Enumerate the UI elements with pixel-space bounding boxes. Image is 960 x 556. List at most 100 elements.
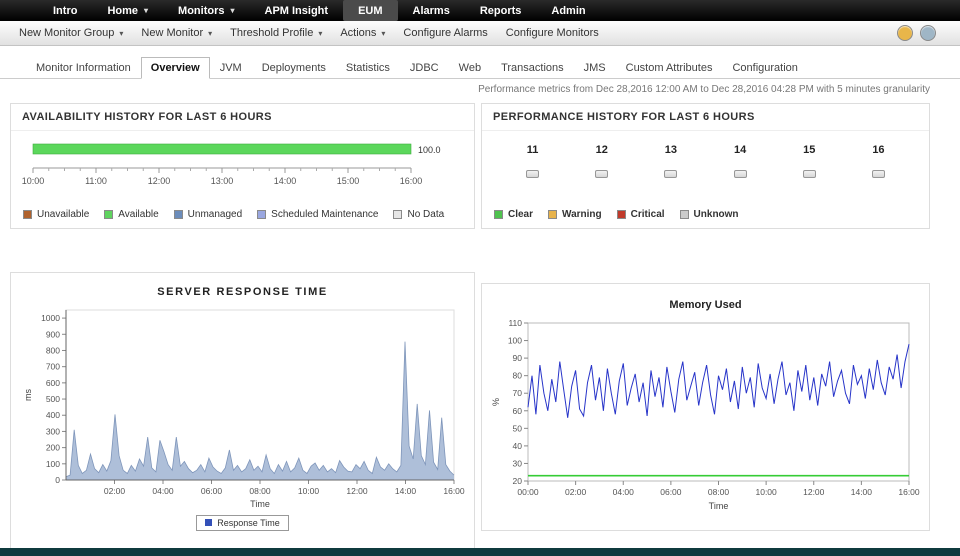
svg-text:ms: ms (23, 389, 33, 401)
nav-item-label: Alarms (413, 5, 450, 17)
tab-custom-attributes[interactable]: Custom Attributes (616, 57, 723, 78)
feedback-icon[interactable] (897, 25, 913, 41)
svg-text:200: 200 (45, 443, 59, 453)
tab-overview[interactable]: Overview (141, 57, 210, 79)
nav-item-alarms[interactable]: Alarms (398, 0, 465, 21)
toolbar-item-configure-alarms[interactable]: Configure Alarms (394, 27, 496, 39)
hour-label: 14 (734, 144, 746, 156)
response-time-legend-wrap: Response Time (11, 513, 474, 531)
chevron-down-icon: ▾ (208, 29, 212, 38)
nav-item-home[interactable]: Home▾ (92, 0, 163, 21)
svg-text:700: 700 (45, 362, 59, 372)
performance-hour-column: 11 (498, 144, 567, 178)
hour-label: 16 (872, 144, 884, 156)
legend-swatch-icon (174, 210, 183, 219)
legend-label: Warning (562, 209, 602, 220)
legend-swatch-icon (548, 210, 557, 219)
tab-deployments[interactable]: Deployments (252, 57, 336, 78)
toolbar-item-label: Configure Alarms (403, 27, 487, 39)
hour-status-box[interactable] (664, 170, 677, 178)
svg-text:300: 300 (45, 426, 59, 436)
tab-jvm[interactable]: JVM (210, 57, 252, 78)
hour-label: 11 (527, 144, 539, 156)
chevron-down-icon: ▾ (230, 6, 234, 15)
legend-swatch-icon (680, 210, 689, 219)
availability-legend: UnavailableAvailableUnmanagedScheduled M… (23, 209, 444, 220)
memory-panel: Memory Used 203040506070809010011000:000… (481, 283, 930, 531)
toolbar-icons (897, 25, 950, 41)
nav-item-reports[interactable]: Reports (465, 0, 537, 21)
svg-text:70: 70 (513, 388, 523, 398)
nav-item-label: Intro (53, 5, 77, 17)
legend-label: Available (118, 209, 158, 220)
top-nav: Intro Home▾ Monitors ▾ APM Insight EUM Alarms R… (0, 0, 960, 21)
svg-text:100: 100 (45, 459, 59, 469)
toolbar-item-configure-monitors[interactable]: Configure Monitors (497, 27, 608, 39)
svg-text:500: 500 (45, 394, 59, 404)
svg-text:100.0: 100.0 (418, 145, 441, 155)
nav-item-admin[interactable]: Admin (536, 0, 600, 21)
svg-text:20: 20 (513, 476, 523, 486)
toolbar-item-new-monitor-group[interactable]: New Monitor Group▾ (10, 27, 132, 39)
hour-status-box[interactable] (526, 170, 539, 178)
server-response-panel: SERVER RESPONSE TIME 0100200300400500600… (10, 272, 475, 556)
performance-hour-column: 15 (775, 144, 844, 178)
toolbar: New Monitor Group▾New Monitor▾Threshold … (0, 21, 960, 46)
hour-status-box[interactable] (734, 170, 747, 178)
legend-item-scheduled-maintenance: Scheduled Maintenance (257, 209, 378, 220)
tab-web[interactable]: Web (449, 57, 491, 78)
nav-item-monitors[interactable]: Monitors ▾ (163, 0, 249, 21)
chevron-down-icon: ▾ (381, 29, 385, 38)
toolbar-item-actions[interactable]: Actions▾ (331, 27, 394, 39)
response-time-legend: Response Time (196, 515, 289, 531)
availability-panel-title: AVAILABILITY HISTORY FOR LAST 6 HOURS (11, 104, 474, 131)
hour-status-box[interactable] (595, 170, 608, 178)
availability-chart: 100.010:0011:0012:0013:0014:0015:0016:00 (19, 139, 464, 191)
legend-item-unknown: Unknown (680, 209, 739, 220)
svg-text:06:00: 06:00 (660, 487, 682, 497)
legend-swatch-icon (257, 210, 266, 219)
hour-status-box[interactable] (803, 170, 816, 178)
chevron-down-icon: ▾ (318, 29, 322, 38)
support-icon[interactable] (920, 25, 936, 41)
availability-panel: AVAILABILITY HISTORY FOR LAST 6 HOURS 10… (10, 103, 475, 229)
legend-swatch-icon (393, 210, 402, 219)
svg-text:16:00: 16:00 (898, 487, 920, 497)
nav-item-label: Home (107, 5, 138, 17)
performance-hour-column: 14 (706, 144, 775, 178)
tab-transactions[interactable]: Transactions (491, 57, 574, 78)
tab-jdbc[interactable]: JDBC (400, 57, 449, 78)
nav-item-label: Monitors (178, 5, 224, 17)
tab-jms[interactable]: JMS (574, 57, 616, 78)
toolbar-item-threshold-profile[interactable]: Threshold Profile ▾ (221, 27, 331, 39)
tab-statistics[interactable]: Statistics (336, 57, 400, 78)
toolbar-item-new-monitor[interactable]: New Monitor ▾ (132, 27, 221, 39)
legend-item-clear: Clear (494, 209, 533, 220)
svg-text:60: 60 (513, 406, 523, 416)
hour-label: 13 (665, 144, 677, 156)
legend-item-warning: Warning (548, 209, 602, 220)
hour-status-box[interactable] (872, 170, 885, 178)
nav-item-intro[interactable]: Intro (38, 0, 92, 21)
tab-configuration[interactable]: Configuration (722, 57, 807, 78)
svg-text:900: 900 (45, 329, 59, 339)
nav-item-eum[interactable]: EUM (343, 0, 397, 21)
performance-legend: ClearWarningCriticalUnknown (494, 209, 739, 220)
toolbar-item-label: New Monitor (141, 27, 203, 39)
svg-text:04:00: 04:00 (613, 487, 635, 497)
svg-text:12:00: 12:00 (148, 176, 171, 186)
toolbar-item-label: Threshold Profile (230, 27, 313, 39)
svg-text:90: 90 (513, 353, 523, 363)
response-time-marker-icon (205, 519, 212, 526)
performance-panel: PERFORMANCE HISTORY FOR LAST 6 HOURS 111… (481, 103, 930, 229)
nav-item-label: EUM (358, 5, 382, 17)
nav-item-apm-insight[interactable]: APM Insight (250, 0, 344, 21)
svg-text:80: 80 (513, 371, 523, 381)
legend-item-no-data: No Data (393, 209, 444, 220)
legend-item-unmanaged: Unmanaged (174, 209, 242, 220)
metrics-note: Performance metrics from Dec 28,2016 12:… (478, 84, 930, 95)
legend-label: Unknown (694, 209, 739, 220)
legend-item-available: Available (104, 209, 158, 220)
tab-monitor-information[interactable]: Monitor Information (26, 57, 141, 78)
legend-label: Unmanaged (188, 209, 242, 220)
